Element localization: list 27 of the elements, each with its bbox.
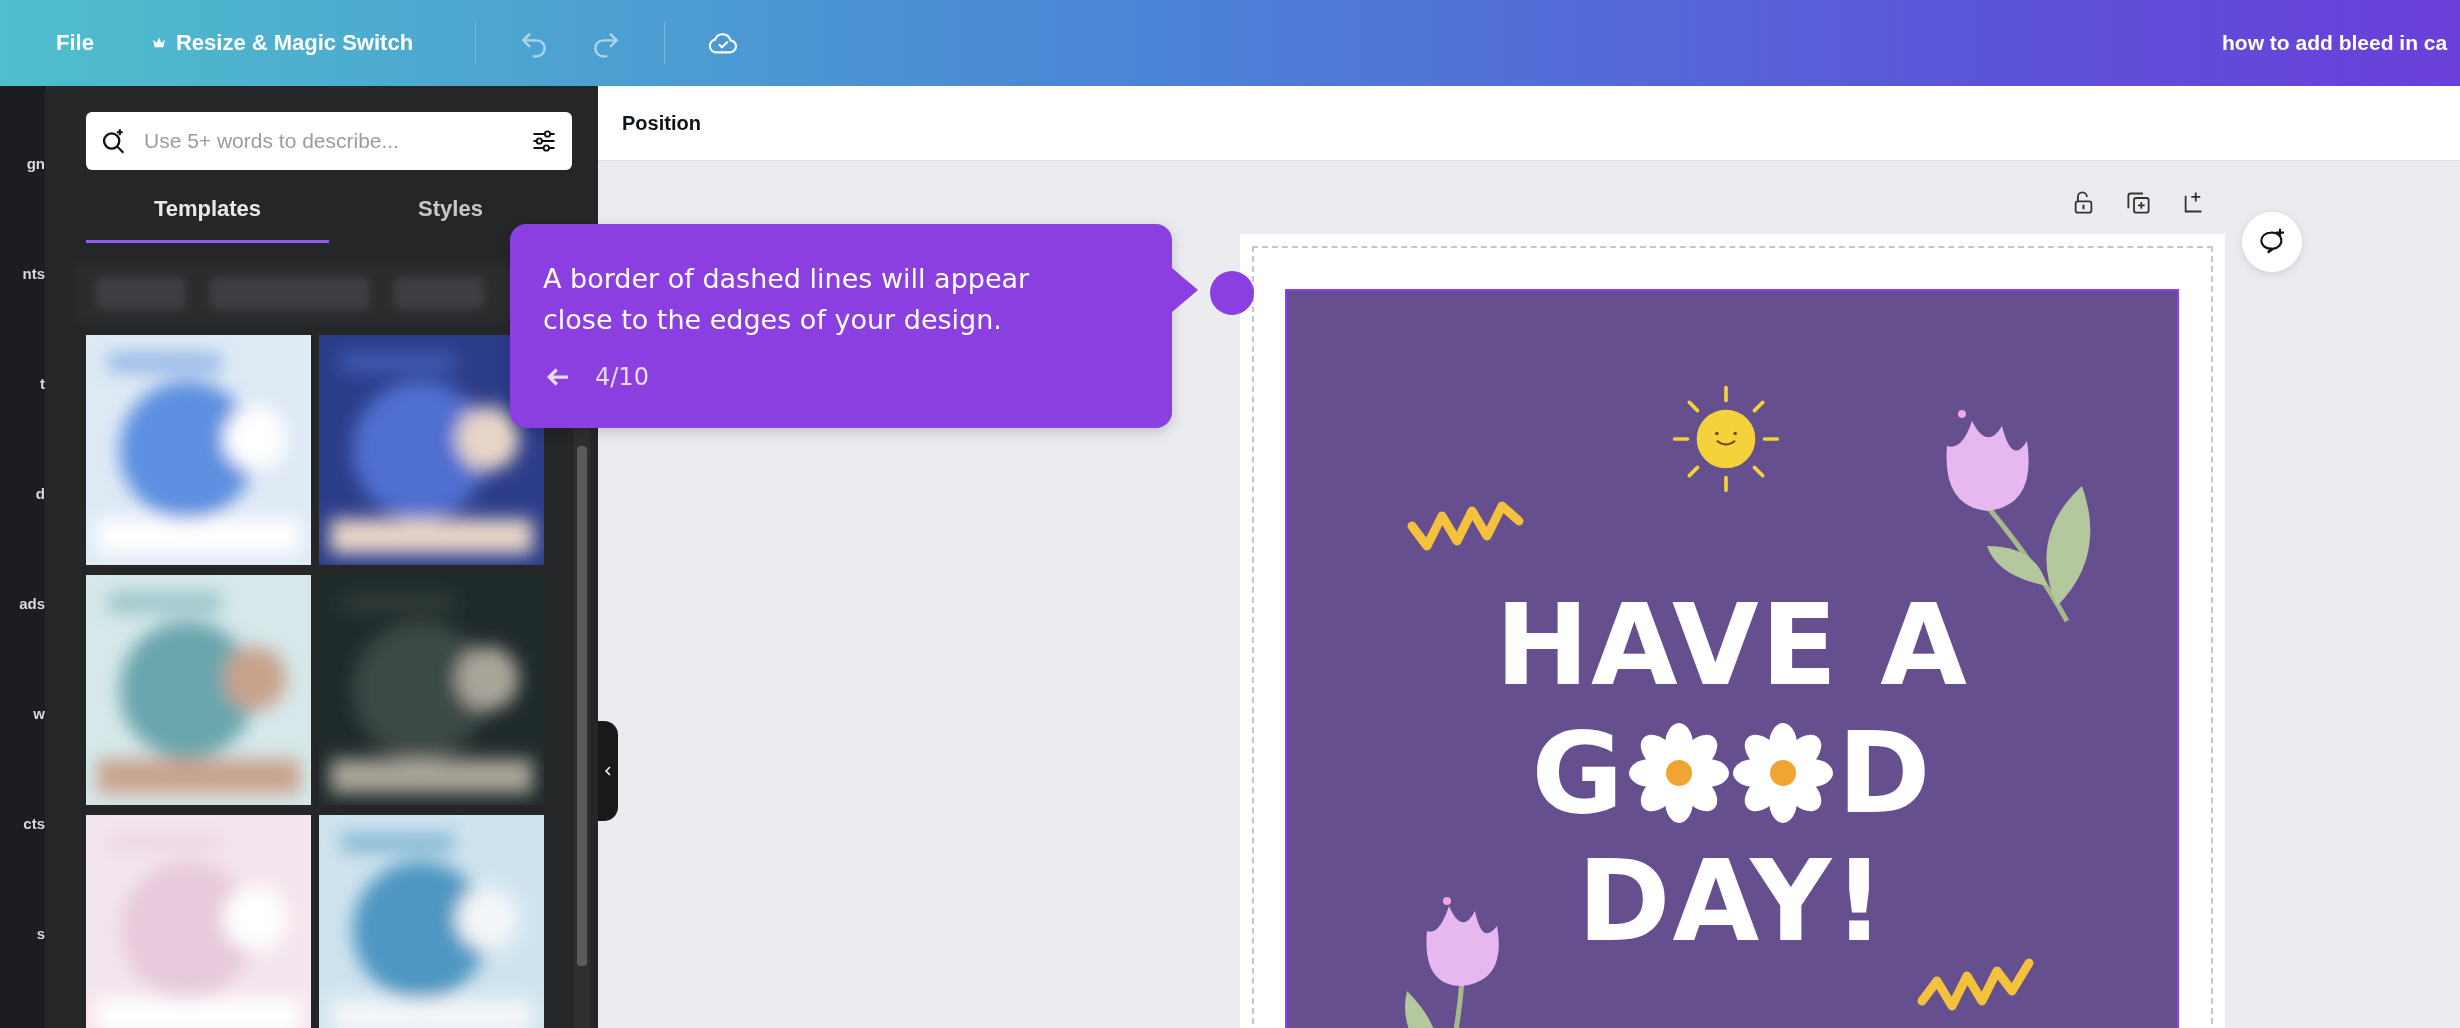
headline-text: HAVE A <box>1495 581 1969 709</box>
document-title[interactable]: how to add bleed in ca <box>2212 31 2460 55</box>
add-comment-button[interactable] <box>2242 212 2302 272</box>
position-button[interactable]: Position <box>610 103 713 143</box>
rail-label[interactable]: s <box>36 924 45 944</box>
crown-icon <box>151 37 166 49</box>
rail-label[interactable]: gn <box>26 154 45 174</box>
rail-label[interactable]: t <box>40 374 45 394</box>
search-bar[interactable]: Use 5+ words to describe... <box>86 112 572 170</box>
hotspot-dot[interactable] <box>1210 271 1254 315</box>
headline-text: G <box>1531 709 1626 837</box>
tooltip-text: A border of dashed lines will appear close to the edges of your design. <box>543 262 1031 337</box>
step-counter: 4/10 <box>595 363 649 391</box>
daisy-icon <box>1629 723 1730 823</box>
daisy-icon <box>1733 723 1834 823</box>
rail-label[interactable]: ads <box>19 594 45 614</box>
rail-label[interactable]: nts <box>22 264 45 284</box>
design-card[interactable]: HAVE A G D DAY! <box>1287 291 2177 1028</box>
headline-text: D <box>1837 709 1933 837</box>
panel-tab[interactable]: Styles <box>329 180 572 243</box>
rail-label[interactable]: w <box>33 704 45 724</box>
collapse-handle[interactable] <box>598 721 618 821</box>
panel-tab[interactable]: Templates <box>86 180 329 243</box>
headline-text: DAY! <box>1577 837 1887 965</box>
rail-label[interactable]: d <box>35 484 45 504</box>
scrollbar-thumb[interactable] <box>577 446 587 966</box>
rail-label[interactable]: cts <box>23 814 45 834</box>
